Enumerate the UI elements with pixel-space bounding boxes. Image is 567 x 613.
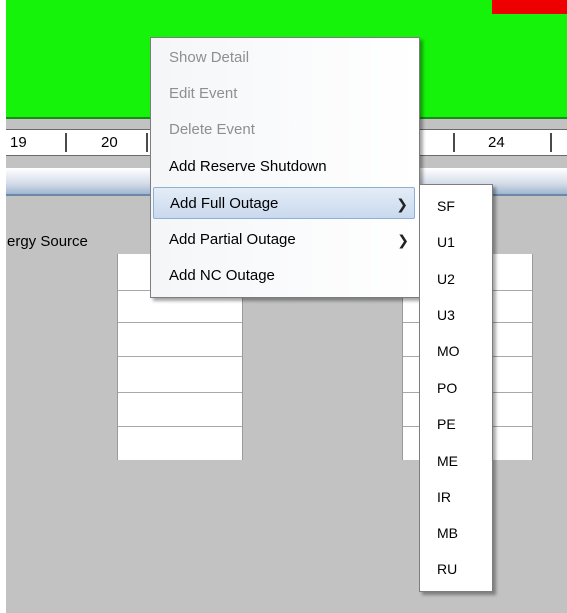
menu-item-add-reserve-shutdown[interactable]: Add Reserve Shutdown [153, 151, 415, 183]
menu-item-label: Add Full Outage [170, 195, 279, 212]
grid-row-divider [118, 426, 242, 427]
submenu-item-po[interactable]: PO [423, 371, 487, 406]
full-outage-submenu: SF U1 U2 U3 MO PO PE ME IR MB RU [419, 184, 493, 592]
menu-item-add-partial-outage[interactable]: Add Partial Outage ❯ [153, 224, 415, 256]
ruler-label-24: 24 [488, 134, 505, 151]
context-menu: Show Detail Edit Event Delete Event Add … [150, 37, 420, 298]
submenu-item-u1[interactable]: U1 [423, 225, 487, 260]
submenu-item-u3[interactable]: U3 [423, 298, 487, 333]
submenu-item-ir[interactable]: IR [423, 480, 487, 515]
menu-item-edit-event[interactable]: Edit Event [153, 78, 415, 110]
ruler-label-20: 20 [101, 134, 118, 151]
submenu-item-pe[interactable]: PE [423, 407, 487, 442]
submenu-item-mo[interactable]: MO [423, 334, 487, 369]
menu-item-delete-event[interactable]: Delete Event [153, 114, 415, 146]
menu-item-label: Delete Event [169, 121, 255, 138]
submenu-item-mb[interactable]: MB [423, 516, 487, 551]
grid-row-divider [118, 356, 242, 357]
ruler-tick [550, 133, 552, 152]
grid-row-divider [118, 392, 242, 393]
grid-row-divider [118, 322, 242, 323]
submenu-item-me[interactable]: ME [423, 444, 487, 479]
ruler-label-19: 19 [10, 134, 27, 151]
menu-item-label: Show Detail [169, 49, 250, 66]
menu-item-label: Edit Event [169, 85, 238, 102]
ruler-tick [146, 133, 148, 152]
event-marker[interactable] [492, 0, 567, 14]
energy-source-label: ergy Source [7, 233, 88, 250]
chevron-right-icon: ❯ [397, 232, 409, 248]
ruler-tick [65, 133, 67, 152]
menu-item-label: Add NC Outage [169, 267, 275, 284]
ruler-tick [453, 133, 455, 152]
chevron-right-icon: ❯ [396, 196, 408, 212]
menu-item-label: Add Reserve Shutdown [169, 158, 327, 175]
submenu-item-ru[interactable]: RU [423, 552, 487, 587]
menu-item-add-full-outage[interactable]: Add Full Outage ❯ [153, 187, 415, 219]
submenu-item-u2[interactable]: U2 [423, 262, 487, 297]
menu-item-add-nc-outage[interactable]: Add NC Outage [153, 260, 415, 292]
menu-item-show-detail[interactable]: Show Detail [153, 42, 415, 74]
menu-item-label: Add Partial Outage [169, 231, 296, 248]
submenu-item-sf[interactable]: SF [423, 189, 487, 224]
